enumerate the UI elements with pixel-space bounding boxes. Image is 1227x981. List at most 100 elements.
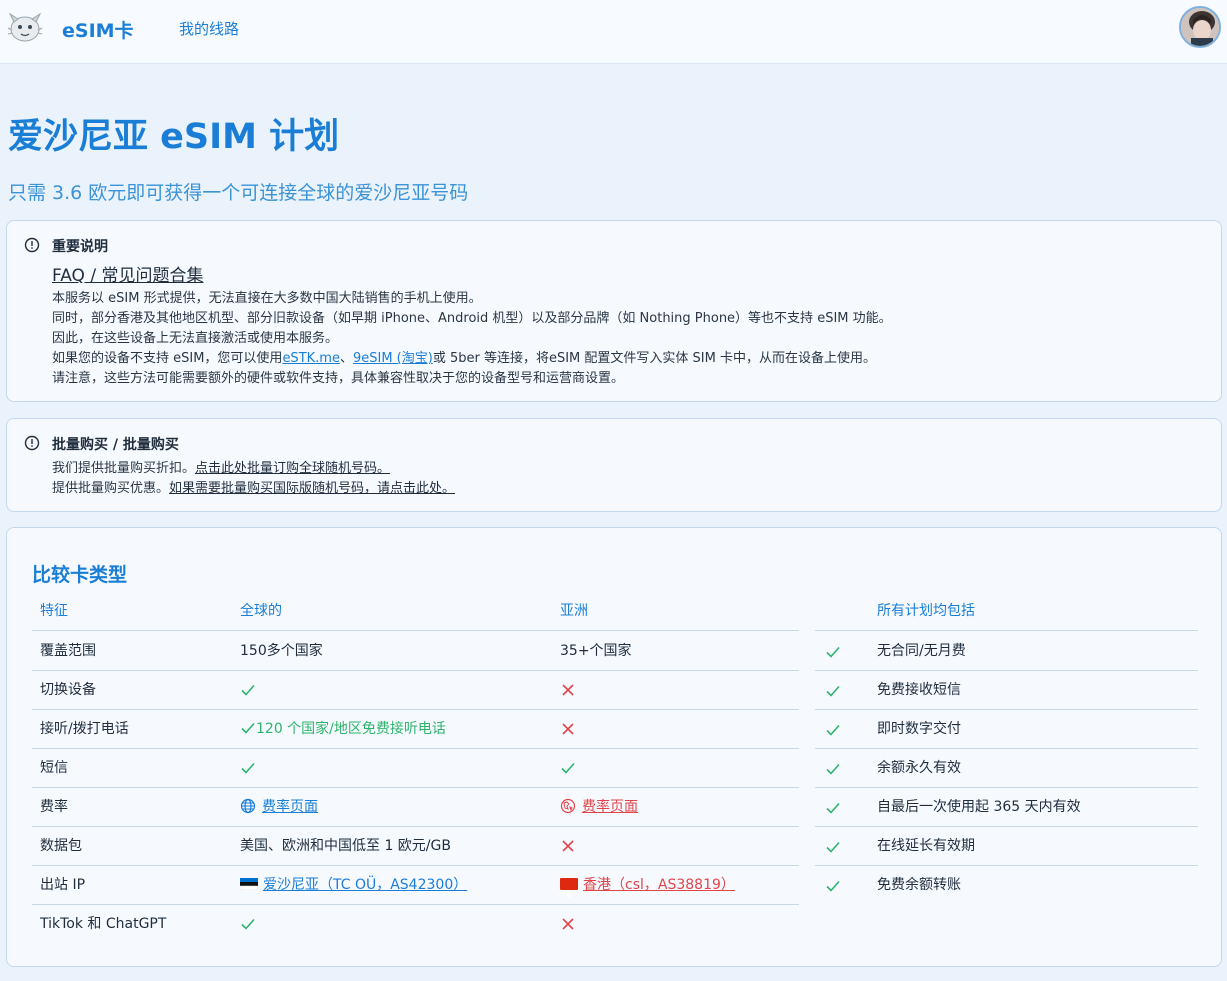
feature-cell: 接听/拨打电话	[40, 721, 129, 737]
check-icon	[825, 683, 841, 703]
cross-icon	[560, 710, 576, 749]
notice-title: 批量购买 / 批量购买	[52, 437, 179, 453]
compare-card: 比较卡类型 特征 全球的 亚洲 覆盖范围 150多个国家 35+个国家 切换设备…	[6, 527, 1222, 967]
feature-cell: 短信	[40, 760, 68, 776]
included-item-label: 免费余额转账	[877, 877, 961, 893]
cross-icon	[560, 671, 576, 710]
asia-cell: 香港（csl，AS38819）	[560, 866, 735, 905]
check-icon	[825, 644, 841, 664]
notice-line: 本服务以 eSIM 形式提供，无法直接在大多数中国大陆销售的手机上使用。	[52, 291, 482, 306]
header-asia: 亚洲	[560, 603, 588, 619]
notice-text: 、	[339, 351, 353, 366]
feature-cell: 费率	[40, 799, 68, 815]
asia-globe-icon	[560, 798, 576, 814]
bulk-international-link[interactable]: 如果需要批量购买国际版随机号码，请点击此处。	[169, 481, 455, 496]
bulk-purchase-card: 批量购买 / 批量购买 我们提供批量购买折扣。点击此处批量订购全球随机号码。 提…	[6, 418, 1222, 512]
notice-line: 我们提供批量购买折扣。点击此处批量订购全球随机号码。	[52, 457, 390, 476]
notice-text: 或 5ber 等连接，将eSIM 配置文件写入实体 SIM 卡中，从而在设备上使…	[432, 351, 876, 366]
included-item: 即时数字交付	[815, 710, 1198, 749]
global-cell: 费率页面	[240, 788, 318, 827]
table-row: 数据包 美国、欧洲和中国低至 1 欧元/GB	[32, 827, 799, 866]
bulk-global-link[interactable]: 点击此处批量订购全球随机号码。	[195, 461, 390, 476]
check-icon	[825, 878, 841, 898]
notice-line: 提供批量购买优惠。如果需要批量购买国际版随机号码，请点击此处。	[52, 477, 455, 496]
estonia-ip-link[interactable]: 爱沙尼亚（TC OÜ，AS42300）	[263, 877, 467, 893]
table-row: 短信	[32, 749, 799, 788]
check-icon	[825, 839, 841, 859]
global-cell: 120 个国家/地区免费接听电话	[240, 710, 446, 749]
notice-title: 重要说明	[52, 239, 108, 255]
global-cell: 爱沙尼亚（TC OÜ，AS42300）	[240, 866, 467, 905]
global-cell: 150多个国家	[240, 643, 323, 659]
included-item-label: 即时数字交付	[877, 721, 961, 737]
included-item: 自最后一次使用起 365 天内有效	[815, 788, 1198, 827]
check-icon	[825, 761, 841, 781]
table-row: 覆盖范围 150多个国家 35+个国家	[32, 632, 799, 671]
feature-cell: 切换设备	[40, 682, 96, 698]
table-row: 接听/拨打电话 120 个国家/地区免费接听电话	[32, 710, 799, 749]
check-icon	[825, 800, 841, 820]
feature-cell: TikTok 和 ChatGPT	[40, 916, 167, 932]
notice-text: 我们提供批量购买折扣。	[52, 461, 196, 476]
globe-icon	[240, 798, 256, 814]
notice-line: 同时，部分香港及其他地区机型、部分旧款设备（如早期 iPhone、Android…	[52, 311, 892, 326]
asia-cell: 费率页面	[560, 788, 638, 827]
faq-link[interactable]: FAQ / 常见问题合集	[52, 261, 203, 286]
top-navbar: eSIM卡 我的线路	[0, 0, 1227, 64]
notice-text: 提供批量购买优惠。	[52, 481, 170, 496]
included-item-label: 在线延长有效期	[877, 838, 975, 854]
included-item-label: 余额永久有效	[877, 760, 961, 776]
feature-cell: 出站 IP	[40, 877, 86, 893]
included-item: 余额永久有效	[815, 749, 1198, 788]
header-included: 所有计划均包括	[877, 603, 975, 619]
included-item-label: 自最后一次使用起 365 天内有效	[877, 799, 1081, 815]
included-item: 无合同/无月费	[815, 632, 1198, 671]
notice-text: 如果您的设备不支持 eSIM，您可以使用	[52, 351, 283, 366]
included-item: 免费余额转账	[815, 866, 1198, 905]
cross-icon	[560, 905, 576, 944]
table-row: 费率 费率页面 费率页面	[32, 788, 799, 827]
included-item-label: 无合同/无月费	[877, 643, 966, 659]
check-icon	[240, 749, 256, 788]
page-subtitle: 只需 3.6 欧元即可获得一个可连接全球的爱沙尼亚号码	[8, 182, 469, 204]
notice-line: 因此，在这些设备上无法直接激活或使用本服务。	[52, 331, 339, 346]
global-rates-link[interactable]: 费率页面	[262, 799, 318, 815]
feature-cell: 数据包	[40, 838, 82, 854]
notice-line: 请注意，这些方法可能需要额外的硬件或软件支持，具体兼容性取决于您的设备型号和运营…	[52, 371, 625, 386]
important-notice-card: 重要说明 FAQ / 常见问题合集 本服务以 eSIM 形式提供，无法直接在大多…	[6, 220, 1222, 402]
asia-cell: 35+个国家	[560, 643, 632, 659]
compare-title: 比较卡类型	[32, 564, 128, 586]
header-feature: 特征	[40, 603, 68, 619]
table-row: 切换设备	[32, 671, 799, 710]
table-row: 出站 IP 爱沙尼亚（TC OÜ，AS42300） 香港（csl，AS38819…	[32, 866, 799, 905]
global-cell: 美国、欧洲和中国低至 1 欧元/GB	[240, 838, 451, 854]
user-avatar[interactable]	[1179, 6, 1221, 48]
estonia-flag-icon	[240, 878, 258, 890]
feature-cell: 覆盖范围	[40, 643, 96, 659]
header-global: 全球的	[240, 603, 282, 619]
page-title: 爱沙尼亚 eSIM 计划	[8, 117, 340, 157]
estk-link[interactable]: eSTK.me	[282, 351, 340, 366]
cross-icon	[560, 827, 576, 866]
site-logo-icon[interactable]	[6, 10, 44, 44]
included-item: 免费接收短信	[815, 671, 1198, 710]
notice-line: 如果您的设备不支持 eSIM，您可以使用eSTK.me、9eSIM (淘宝)或 …	[52, 347, 876, 366]
global-cell-text: 120 个国家/地区免费接听电话	[256, 721, 446, 737]
hongkong-ip-link[interactable]: 香港（csl，AS38819）	[583, 877, 735, 893]
brand-name[interactable]: eSIM卡	[62, 16, 134, 43]
nav-my-routes[interactable]: 我的线路	[179, 18, 239, 39]
table-row: TikTok 和 ChatGPT	[32, 905, 799, 944]
check-icon	[240, 905, 256, 944]
9esim-taobao-link[interactable]: 9eSIM (淘宝)	[353, 351, 433, 366]
check-icon	[241, 722, 255, 734]
check-icon	[825, 722, 841, 742]
check-icon	[560, 749, 576, 788]
included-item: 在线延长有效期	[815, 827, 1198, 866]
alert-circle-icon	[24, 237, 40, 253]
included-header-row: 所有计划均包括	[815, 592, 1198, 631]
table-header-row: 特征 全球的 亚洲	[32, 592, 799, 631]
hongkong-flag-icon	[560, 878, 578, 898]
alert-circle-icon	[24, 435, 40, 451]
included-item-label: 免费接收短信	[877, 682, 961, 698]
asia-rates-link[interactable]: 费率页面	[582, 799, 638, 815]
